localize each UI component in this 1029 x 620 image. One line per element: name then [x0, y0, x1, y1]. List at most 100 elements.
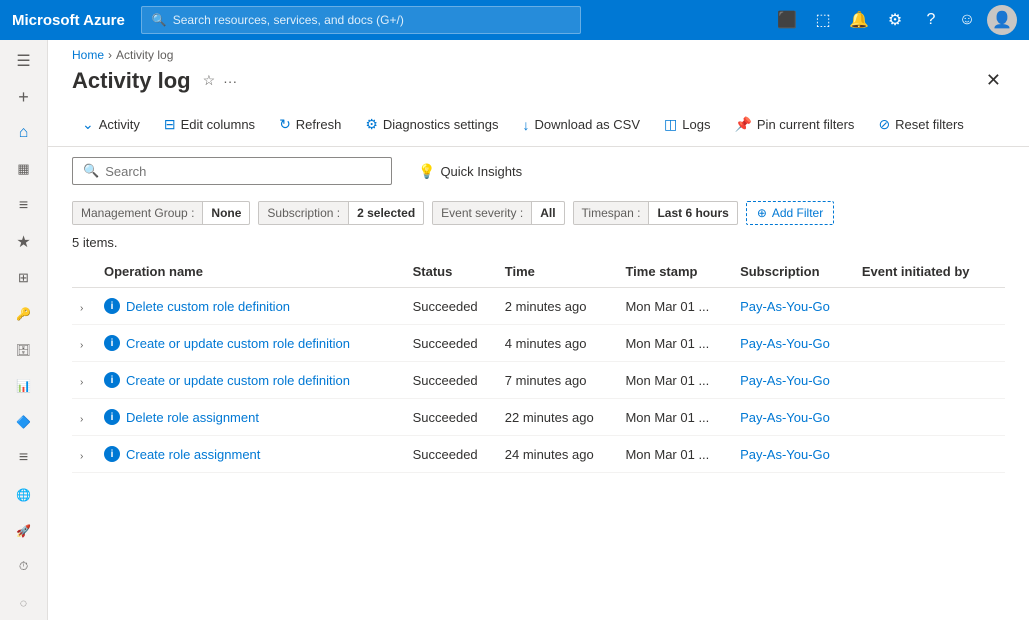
row-subscription[interactable]: Pay-As-You-Go	[740, 399, 862, 436]
sidebar-expand[interactable]: ☰	[4, 44, 44, 78]
row-expand-cell[interactable]: ›	[72, 288, 104, 325]
row-operation-name: i Create or update custom role definitio…	[104, 325, 413, 362]
pin-icon[interactable]: ☆	[203, 72, 216, 89]
sidebar-item-home[interactable]: ⌂	[4, 116, 44, 150]
sidebar-item-policy[interactable]: 🔷	[4, 405, 44, 439]
logs-button[interactable]: ◫ Logs	[654, 111, 720, 138]
quick-insights-button[interactable]: 💡 Quick Insights	[408, 158, 532, 185]
main-layout: ☰ + ⌂ ▦ ≡ ★ ⊞ 🔑 🗄 📊 🔷	[0, 40, 1029, 620]
dashboard-icon: ▦	[17, 161, 29, 177]
sidebar-item-clock[interactable]: ⏱	[4, 550, 44, 584]
filter-event-severity-label: Event severity :	[433, 202, 532, 224]
operation-link[interactable]: Create or update custom role definition	[126, 373, 350, 388]
filter-management-group-value: None	[203, 202, 249, 224]
activity-button[interactable]: ⌄ Activity	[72, 111, 150, 138]
sidebar-item-subscriptions[interactable]: 🔑	[4, 297, 44, 331]
row-initiated-by	[862, 325, 1005, 362]
notifications-icon[interactable]: 🔔	[843, 4, 875, 36]
filter-timespan[interactable]: Timespan : Last 6 hours	[573, 201, 738, 225]
sidebar-item-favorites[interactable]: ★	[4, 225, 44, 259]
row-subscription[interactable]: Pay-As-You-Go	[740, 288, 862, 325]
diagnostics-button[interactable]: ⚙ Diagnostics settings	[355, 111, 508, 138]
search-input[interactable]	[105, 164, 381, 179]
info-icon: i	[104, 335, 120, 351]
row-expand-cell[interactable]: ›	[72, 325, 104, 362]
table-row: › i Create or update custom role definit…	[72, 362, 1005, 399]
sidebar-item-list[interactable]: ≡	[4, 441, 44, 475]
row-initiated-by	[862, 362, 1005, 399]
lightbulb-icon: 💡	[418, 163, 435, 180]
row-subscription[interactable]: Pay-As-You-Go	[740, 325, 862, 362]
row-status: Succeeded	[413, 362, 505, 399]
global-search-placeholder: Search resources, services, and docs (G+…	[173, 13, 404, 27]
operation-link[interactable]: Create or update custom role definition	[126, 336, 350, 351]
star-icon: ★	[16, 232, 30, 252]
row-initiated-by	[862, 436, 1005, 473]
row-timestamp: Mon Mar 01 ...	[625, 288, 740, 325]
help-icon[interactable]: ?	[915, 4, 947, 36]
close-button[interactable]: ✕	[982, 66, 1005, 95]
diagnostics-icon: ⚙	[365, 116, 378, 133]
download-csv-button[interactable]: ↓ Download as CSV	[513, 112, 651, 138]
row-timestamp: Mon Mar 01 ...	[625, 362, 740, 399]
more-options-icon[interactable]: ···	[223, 73, 237, 89]
row-expand-icon[interactable]: ›	[80, 414, 89, 425]
row-status: Succeeded	[413, 325, 505, 362]
sidebar-item-dashboard[interactable]: ▦	[4, 152, 44, 186]
sidebar-item-create[interactable]: +	[4, 80, 44, 114]
page-header-actions: ☆ ···	[203, 72, 238, 89]
page-header: Activity log ☆ ··· ✕	[48, 66, 1029, 103]
main-content: Home › Activity log Activity log ☆ ··· ✕…	[48, 40, 1029, 620]
col-timestamp: Time stamp	[625, 256, 740, 288]
breadcrumb-separator: ›	[108, 48, 112, 62]
row-time: 4 minutes ago	[505, 325, 626, 362]
cloud-shell-icon[interactable]: ⬛	[771, 4, 803, 36]
row-timestamp: Mon Mar 01 ...	[625, 325, 740, 362]
search-input-wrap[interactable]: 🔍	[72, 157, 392, 185]
breadcrumb-home[interactable]: Home	[72, 48, 104, 62]
filter-subscription[interactable]: Subscription : 2 selected	[258, 201, 424, 225]
sidebar-item-resources[interactable]: ⊞	[4, 261, 44, 295]
row-expand-cell[interactable]: ›	[72, 436, 104, 473]
operation-link[interactable]: Create role assignment	[126, 447, 260, 462]
feedback-icon[interactable]: ☺	[951, 4, 983, 36]
sidebar-item-network[interactable]: 🌐	[4, 478, 44, 512]
row-expand-icon[interactable]: ›	[80, 340, 89, 351]
global-search[interactable]: 🔍 Search resources, services, and docs (…	[141, 6, 581, 34]
row-subscription[interactable]: Pay-As-You-Go	[740, 362, 862, 399]
row-expand-cell[interactable]: ›	[72, 362, 104, 399]
pin-filters-label: Pin current filters	[757, 117, 855, 132]
sidebar: ☰ + ⌂ ▦ ≡ ★ ⊞ 🔑 🗄 📊 🔷	[0, 40, 48, 620]
directory-icon[interactable]: ⬚	[807, 4, 839, 36]
sidebar-item-allservices[interactable]: ≡	[4, 189, 44, 223]
row-expand-icon[interactable]: ›	[80, 451, 89, 462]
col-subscription: Subscription	[740, 256, 862, 288]
download-csv-label: Download as CSV	[535, 117, 641, 132]
refresh-button[interactable]: ↻ Refresh	[269, 111, 351, 138]
sidebar-item-monitor[interactable]: 📊	[4, 369, 44, 403]
operation-link[interactable]: Delete custom role definition	[126, 299, 290, 314]
operation-link[interactable]: Delete role assignment	[126, 410, 259, 425]
row-time: 24 minutes ago	[505, 436, 626, 473]
edit-columns-button[interactable]: ⊟ Edit columns	[154, 111, 265, 138]
search-icon: 🔍	[152, 13, 167, 27]
sidebar-item-deploy[interactable]: 🚀	[4, 514, 44, 548]
row-expand-icon[interactable]: ›	[80, 303, 89, 314]
settings-icon[interactable]: ⚙	[879, 4, 911, 36]
reset-filters-button[interactable]: ⊘ Reset filters	[868, 111, 973, 138]
add-filter-button[interactable]: ⊕ Add Filter	[746, 201, 834, 225]
sidebar-item-misc[interactable]: ◌	[4, 586, 44, 620]
row-subscription[interactable]: Pay-As-You-Go	[740, 436, 862, 473]
user-avatar[interactable]: 👤	[987, 5, 1017, 35]
sidebar-item-sql[interactable]: 🗄	[4, 333, 44, 367]
row-time: 7 minutes ago	[505, 362, 626, 399]
filter-management-group[interactable]: Management Group : None	[72, 201, 250, 225]
row-expand-icon[interactable]: ›	[80, 377, 89, 388]
filter-event-severity[interactable]: Event severity : All	[432, 201, 564, 225]
pin-filters-button[interactable]: 📌 Pin current filters	[724, 111, 864, 138]
row-expand-cell[interactable]: ›	[72, 399, 104, 436]
filter-management-group-label: Management Group :	[73, 202, 203, 224]
reset-filters-label: Reset filters	[895, 117, 964, 132]
search-icon: 🔍	[83, 163, 99, 179]
data-table-wrap: Operation name Status Time Time stamp Su…	[48, 256, 1029, 620]
